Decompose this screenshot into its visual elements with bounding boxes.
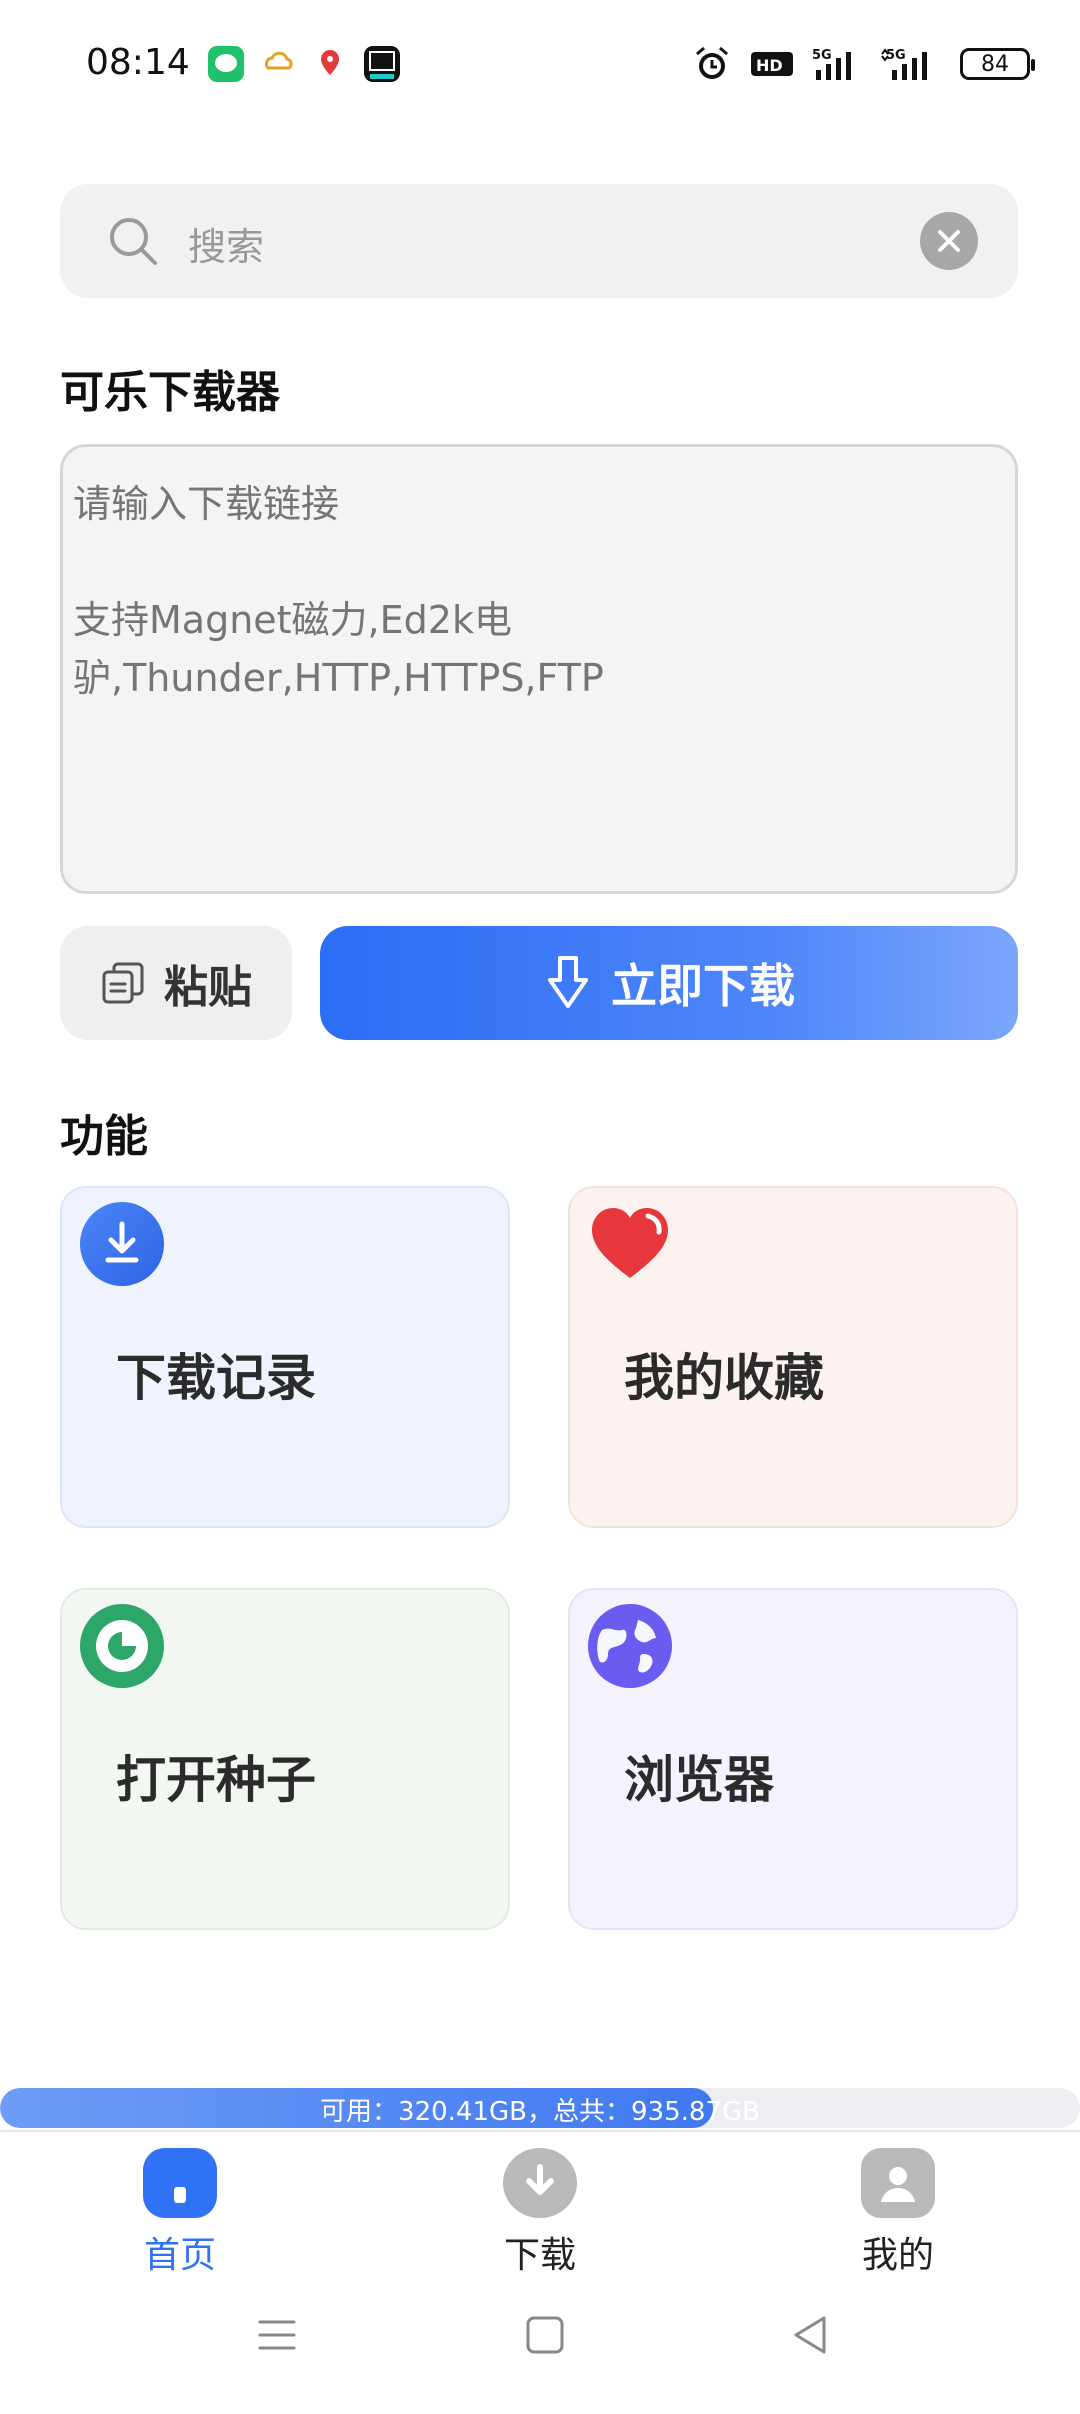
app-screen: 08:14 HD 5G 5G 84 搜索 可乐下载器 请输入下载链接 支持Mag… — [0, 0, 1080, 2414]
globe-icon — [588, 1604, 672, 1688]
app-notification-icon — [364, 46, 400, 82]
home-square-icon[interactable] — [520, 2310, 570, 2360]
card-label: 打开种子 — [116, 1751, 316, 1809]
menu-icon[interactable] — [252, 2310, 302, 2360]
paste-button[interactable]: 粘贴 — [60, 926, 292, 1040]
download-now-label: 立即下载 — [611, 959, 795, 1013]
status-indicators: HD 5G 5G 84 — [692, 42, 1035, 86]
clear-search-button[interactable] — [920, 212, 978, 270]
nav-divider — [0, 2130, 1080, 2132]
tab-home-label: 首页 — [143, 2235, 216, 2276]
download-now-button[interactable]: 立即下载 — [320, 926, 1018, 1040]
search-icon — [110, 218, 157, 265]
battery-indicator: 84 — [960, 48, 1035, 80]
download-icon — [80, 1202, 164, 1286]
download-history-card[interactable]: 下载记录 — [60, 1186, 510, 1528]
download-arrow-icon — [548, 956, 588, 1008]
alarm-icon — [696, 46, 728, 79]
open-torrent-card[interactable]: 打开种子 — [60, 1588, 510, 1930]
home-icon — [143, 2148, 217, 2218]
storage-text: 可用：320.41GB，总共：935.87GB — [320, 2097, 760, 2127]
card-label: 我的收藏 — [624, 1349, 824, 1407]
seed-icon — [80, 1604, 164, 1688]
tab-profile[interactable]: 我的 — [808, 2148, 988, 2278]
status-time: 08:14 — [86, 42, 190, 83]
download-link-input[interactable] — [60, 444, 1018, 894]
signal-5g-icon: 5G — [812, 48, 851, 80]
hd-icon: HD — [751, 52, 793, 76]
downloader-title: 可乐下载器 — [60, 367, 280, 418]
card-label: 浏览器 — [624, 1751, 774, 1809]
storage-bar: 可用：320.41GB，总共：935.87GB — [0, 2088, 1080, 2128]
tab-download-label: 下载 — [503, 2235, 576, 2276]
tab-home[interactable]: 首页 — [90, 2148, 270, 2278]
user-icon — [861, 2148, 935, 2218]
browser-card[interactable]: 浏览器 — [568, 1588, 1018, 1930]
back-icon[interactable] — [786, 2310, 836, 2360]
status-bar: 08:14 HD 5G 5G 84 — [0, 0, 1080, 130]
search-bar[interactable]: 搜索 — [60, 184, 1018, 298]
card-label: 下载记录 — [116, 1349, 316, 1407]
paste-label: 粘贴 — [164, 962, 252, 1013]
battery-level: 84 — [981, 51, 1009, 77]
search-input[interactable]: 搜索 — [188, 216, 264, 271]
signal-5g-2-icon: 5G — [881, 48, 927, 80]
wechat-notification-icon — [208, 46, 244, 82]
svg-text:HD: HD — [756, 56, 783, 75]
cloud-notification-icon — [262, 46, 298, 82]
close-icon — [938, 230, 960, 252]
map-notification-icon — [312, 46, 348, 82]
download-circle-icon — [503, 2148, 577, 2218]
paste-icon — [102, 962, 144, 1004]
svg-text:5G: 5G — [886, 48, 906, 63]
features-title: 功能 — [60, 1111, 148, 1162]
tab-download[interactable]: 下载 — [450, 2148, 630, 2278]
heart-icon — [592, 1208, 668, 1278]
svg-text:5G: 5G — [812, 48, 832, 63]
tab-profile-label: 我的 — [861, 2235, 934, 2276]
favorites-card[interactable]: 我的收藏 — [568, 1186, 1018, 1528]
